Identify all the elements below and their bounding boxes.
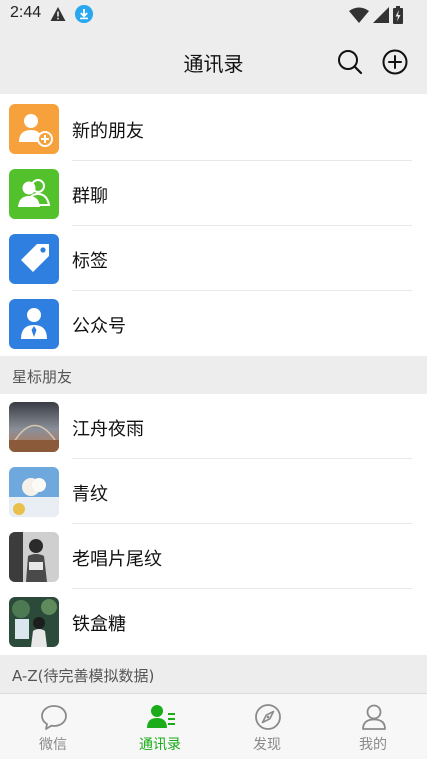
nav-tab-chats[interactable]: 微信 — [0, 694, 106, 759]
list-item-label: 群聊 — [72, 186, 108, 207]
contact-name: 青纹 — [72, 484, 108, 505]
contact-name: 铁盒糖 — [72, 614, 126, 635]
status-bar: 2:44 — [0, 0, 427, 30]
official-account-icon — [9, 299, 59, 349]
status-icons — [349, 5, 403, 25]
add-friend-icon — [9, 104, 59, 154]
nav-label: 通讯录 — [139, 737, 181, 753]
section-header-az: A-Z(待完善模拟数据) — [0, 655, 427, 693]
contact-row[interactable]: 江舟夜雨 — [0, 394, 427, 459]
app-header: 通讯录 — [0, 30, 427, 94]
list-item-new-friends[interactable]: 新的朋友 — [0, 96, 427, 161]
list-item-group-chat[interactable]: 群聊 — [0, 161, 427, 226]
contact-row[interactable]: 青纹 — [0, 459, 427, 524]
section-title: 星标朋友 — [12, 368, 73, 386]
nav-label: 我的 — [359, 737, 387, 753]
warning-icon — [50, 7, 66, 21]
nav-label: 发现 — [253, 737, 281, 753]
bottom-nav: 微信 通讯录 发现 我的 — [0, 693, 427, 759]
list-item-label: 公众号 — [72, 316, 126, 337]
contact-name: 江舟夜雨 — [72, 419, 144, 440]
status-time: 2:44 — [10, 4, 42, 21]
contacts-icon — [147, 705, 175, 728]
list-item-label: 标签 — [72, 251, 108, 272]
tag-icon — [9, 234, 59, 284]
nav-tab-discover[interactable]: 发现 — [214, 694, 320, 759]
list-item-official-accounts[interactable]: 公众号 — [0, 291, 427, 356]
contact-row[interactable]: 铁盒糖 — [0, 589, 427, 654]
compass-icon — [255, 704, 281, 730]
person-icon — [362, 704, 386, 730]
contact-row[interactable]: 老唱片尾纹 — [0, 524, 427, 589]
list-item-tags[interactable]: 标签 — [0, 226, 427, 291]
avatar — [9, 597, 59, 647]
section-title: A-Z(待完善模拟数据) — [12, 667, 155, 685]
avatar — [9, 532, 59, 582]
nav-tab-contacts[interactable]: 通讯录 — [107, 694, 213, 759]
download-icon — [75, 5, 93, 23]
add-circle-icon[interactable] — [381, 48, 409, 76]
avatar — [9, 402, 59, 452]
signal-icon — [373, 7, 389, 23]
nav-label: 微信 — [39, 737, 67, 753]
list-item-label: 新的朋友 — [72, 121, 144, 142]
wifi-icon — [349, 7, 369, 23]
section-header-starred: 星标朋友 — [0, 356, 427, 394]
search-icon[interactable] — [336, 48, 364, 76]
group-chat-icon — [9, 169, 59, 219]
contact-name: 老唱片尾纹 — [72, 549, 162, 570]
nav-tab-me[interactable]: 我的 — [320, 694, 426, 759]
chat-bubble-icon — [41, 705, 67, 730]
battery-icon — [393, 6, 403, 24]
avatar — [9, 467, 59, 517]
